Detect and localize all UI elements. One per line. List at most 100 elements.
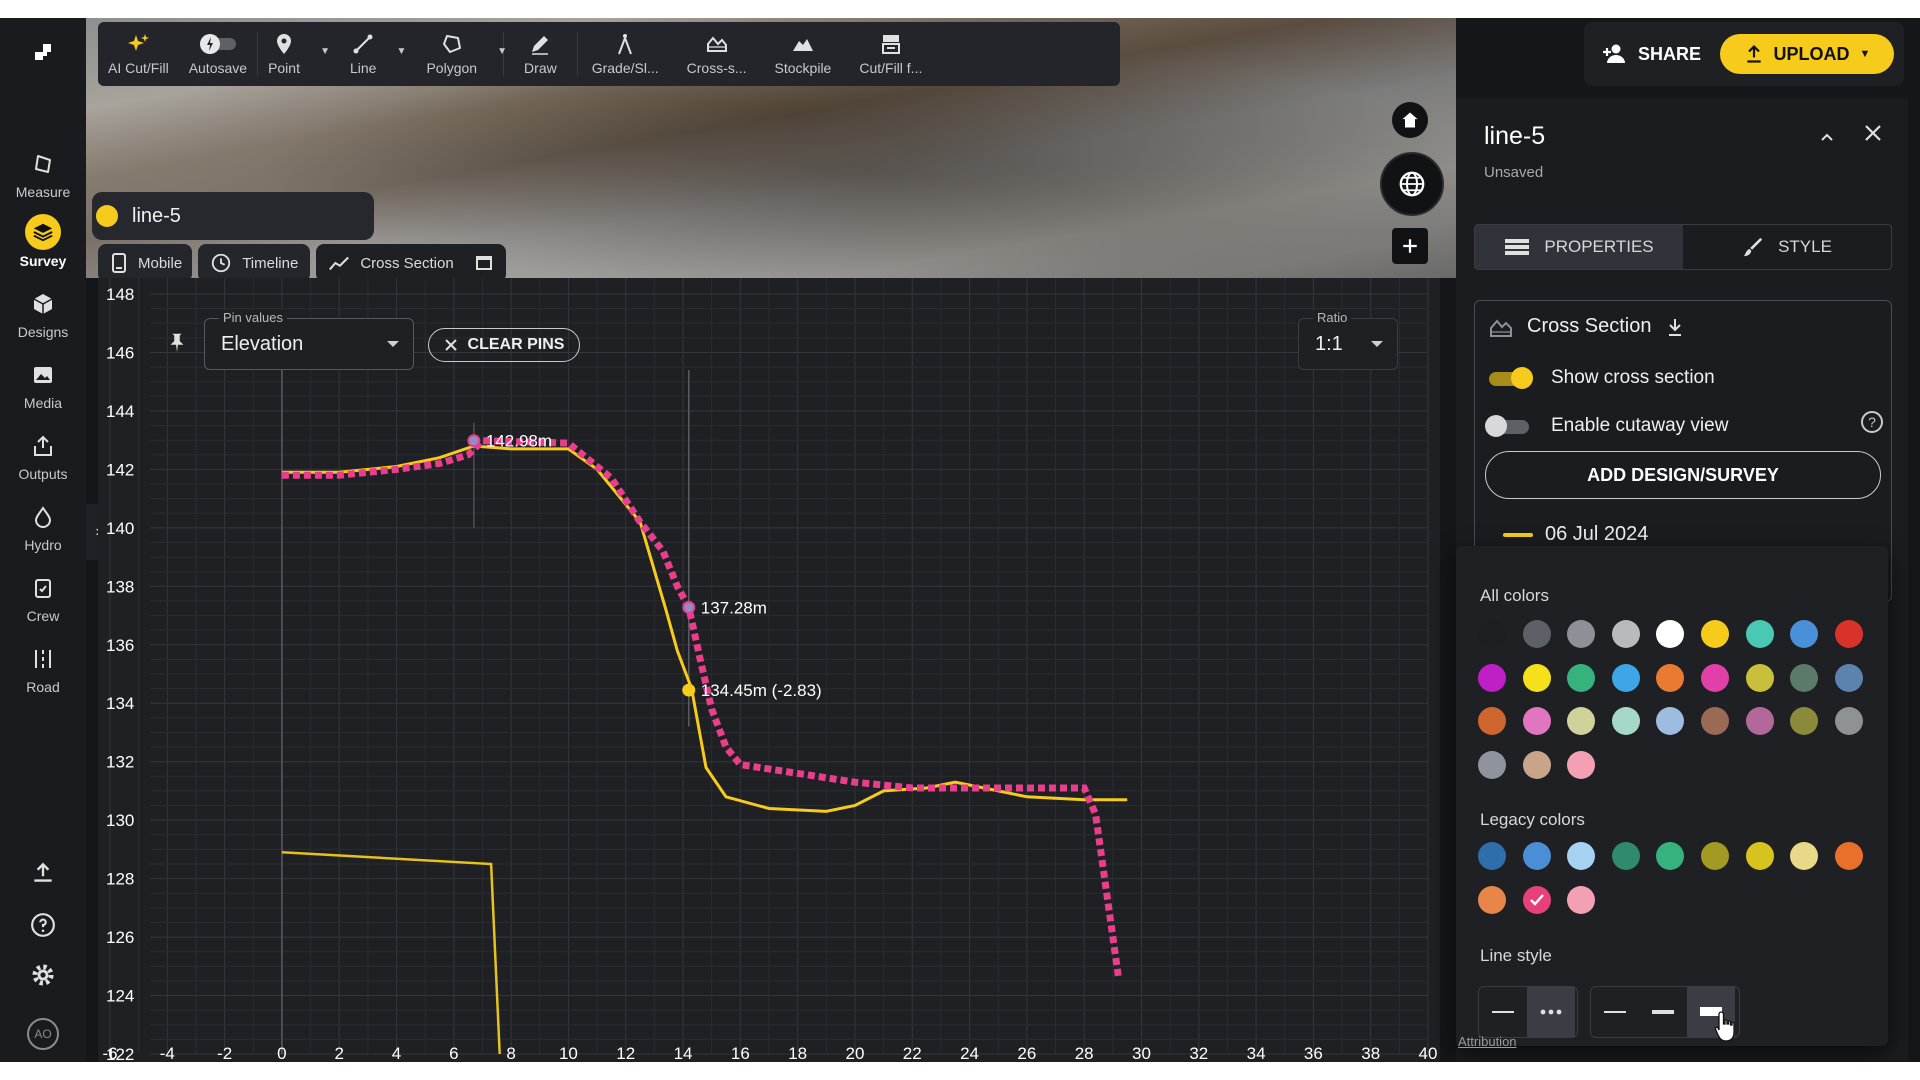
- color-swatch[interactable]: [1656, 620, 1685, 648]
- show-cross-section-toggle[interactable]: [1485, 367, 1533, 389]
- legacy-color-swatch[interactable]: [1656, 842, 1685, 870]
- tool-autosave[interactable]: Autosave: [179, 22, 257, 86]
- color-swatch[interactable]: [1567, 750, 1596, 779]
- help-icon[interactable]: [30, 912, 56, 938]
- legacy-color-swatch[interactable]: [1567, 842, 1596, 870]
- sidebar-item-label: Outputs: [18, 466, 68, 482]
- color-swatch[interactable]: [1701, 707, 1729, 735]
- compass-globe-button[interactable]: [1380, 152, 1444, 216]
- sidebar-item-road[interactable]: Road: [0, 645, 86, 709]
- upload-tray-icon[interactable]: [30, 860, 56, 886]
- clear-pins-button[interactable]: CLEAR PINS: [428, 328, 580, 362]
- settings-gear-icon[interactable]: [30, 962, 56, 988]
- color-swatch[interactable]: [1522, 750, 1551, 779]
- ratio-select[interactable]: Ratio 1:1: [1298, 310, 1398, 370]
- color-swatch[interactable]: [1478, 663, 1506, 692]
- zoom-in-button[interactable]: [1392, 228, 1428, 264]
- color-swatch[interactable]: [1790, 663, 1819, 692]
- layer-chip[interactable]: line-5: [92, 192, 374, 240]
- tool-stockpile[interactable]: Stockpile: [761, 22, 846, 86]
- survey-row[interactable]: 06 Jul 2024: [1503, 523, 1648, 546]
- legacy-color-swatch[interactable]: [1478, 842, 1506, 870]
- help-icon[interactable]: ?: [1861, 411, 1883, 433]
- home-view-button[interactable]: [1392, 102, 1428, 138]
- sidebar-item-media[interactable]: Media: [0, 361, 86, 425]
- legacy-color-swatch[interactable]: [1522, 885, 1551, 914]
- tool-point[interactable]: Point ▼: [258, 22, 330, 86]
- tab-style[interactable]: STYLE: [1683, 225, 1891, 269]
- legacy-color-swatch[interactable]: [1611, 842, 1640, 870]
- sidebar-item-hydro[interactable]: Hydro: [0, 503, 86, 567]
- color-swatch[interactable]: [1478, 620, 1506, 648]
- tool-draw[interactable]: Draw: [504, 22, 577, 86]
- color-swatch[interactable]: [1745, 620, 1774, 648]
- legacy-color-swatch[interactable]: [1701, 842, 1729, 870]
- color-swatch[interactable]: [1567, 620, 1596, 648]
- color-swatch[interactable]: [1834, 707, 1863, 735]
- color-swatch[interactable]: [1567, 663, 1596, 692]
- color-swatch[interactable]: [1745, 707, 1774, 735]
- tool-cutfill-from[interactable]: Cut/Fill f...: [845, 22, 936, 86]
- color-swatch[interactable]: [1790, 620, 1819, 648]
- pin-values-select[interactable]: Pin values Elevation: [204, 310, 414, 370]
- sidebar-item-survey[interactable]: Survey: [0, 214, 86, 282]
- color-swatch[interactable]: [1790, 707, 1819, 735]
- color-swatch[interactable]: [1701, 663, 1729, 692]
- tool-polygon[interactable]: Polygon ▼: [402, 22, 507, 86]
- color-swatch[interactable]: [1567, 707, 1596, 735]
- sidebar-item-outputs[interactable]: Outputs: [0, 432, 86, 496]
- color-swatch[interactable]: [1611, 620, 1640, 648]
- cross-section-chart[interactable]: 142.98m137.28m134.45m (-2.83)12212412612…: [98, 278, 1440, 1062]
- medium-line-button[interactable]: [1639, 987, 1687, 1037]
- show-cross-section-row[interactable]: Show cross section: [1485, 367, 1715, 389]
- sidebar-item-measure[interactable]: Measure: [0, 150, 86, 214]
- sidebar-item-designs[interactable]: Designs: [0, 290, 86, 354]
- close-panel-icon[interactable]: [1860, 120, 1886, 146]
- tool-line[interactable]: Line ▼: [326, 22, 406, 86]
- legacy-color-swatch[interactable]: [1745, 842, 1774, 870]
- add-design-survey-button[interactable]: ADD DESIGN/SURVEY: [1485, 451, 1881, 499]
- color-swatch[interactable]: [1478, 707, 1506, 735]
- cutaway-toggle[interactable]: [1485, 415, 1533, 437]
- legacy-color-swatch[interactable]: [1478, 885, 1506, 914]
- legacy-color-swatch[interactable]: [1522, 842, 1551, 870]
- pin-button[interactable]: [164, 324, 190, 360]
- tool-grade-slope[interactable]: Grade/Sl...: [578, 22, 673, 86]
- x-tick-label: 32: [1189, 1044, 1208, 1062]
- color-swatch[interactable]: [1834, 663, 1863, 692]
- color-swatch[interactable]: [1745, 663, 1774, 692]
- cutaway-row[interactable]: Enable cutaway view: [1485, 415, 1728, 437]
- color-swatch[interactable]: [1478, 750, 1506, 779]
- avatar[interactable]: AO: [27, 1018, 59, 1050]
- tool-ai-cutfill[interactable]: AI Cut/Fill: [98, 22, 179, 86]
- tab-mobile[interactable]: Mobile: [98, 244, 193, 282]
- attribution-link[interactable]: Attribution: [1458, 1034, 1517, 1049]
- tool-cross-section[interactable]: Cross-s...: [673, 22, 761, 86]
- upload-button[interactable]: UPLOAD ▼: [1720, 34, 1894, 74]
- color-swatch[interactable]: [1522, 707, 1551, 735]
- color-swatch[interactable]: [1611, 663, 1640, 692]
- color-swatch[interactable]: [1522, 663, 1551, 692]
- legacy-color-swatch[interactable]: [1790, 842, 1819, 870]
- color-swatch[interactable]: [1701, 620, 1729, 648]
- solid-line-button[interactable]: [1479, 987, 1527, 1037]
- download-icon[interactable]: [1666, 317, 1684, 337]
- dotted-line-button[interactable]: [1527, 987, 1575, 1037]
- color-swatch[interactable]: [1522, 620, 1551, 648]
- collapse-chevron-icon[interactable]: [1818, 128, 1836, 146]
- tab-cross-section[interactable]: Cross Section: [316, 244, 506, 282]
- app-logo-icon[interactable]: [31, 42, 55, 66]
- color-swatch[interactable]: [1656, 663, 1685, 692]
- y-tick-label: 148: [106, 285, 134, 304]
- maximize-icon[interactable]: [474, 253, 494, 273]
- color-swatch[interactable]: [1834, 620, 1863, 648]
- sidebar-item-crew[interactable]: Crew: [0, 574, 86, 638]
- color-swatch[interactable]: [1656, 707, 1685, 735]
- share-button[interactable]: SHARE: [1602, 36, 1701, 72]
- color-swatch[interactable]: [1611, 707, 1640, 735]
- legacy-color-swatch[interactable]: [1834, 842, 1863, 870]
- tab-properties[interactable]: PROPERTIES: [1475, 225, 1683, 269]
- legacy-color-swatch[interactable]: [1567, 885, 1596, 914]
- thin-line-button[interactable]: [1591, 987, 1639, 1037]
- tab-timeline[interactable]: Timeline: [198, 244, 311, 282]
